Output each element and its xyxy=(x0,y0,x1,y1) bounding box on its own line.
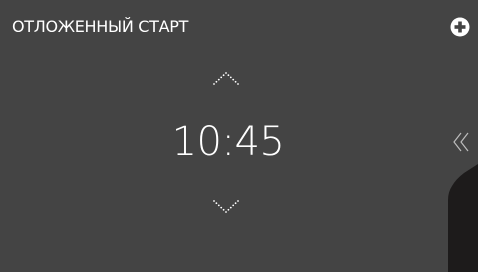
panel-toggle-button[interactable] xyxy=(451,131,473,153)
delay-time-value: 10:45 xyxy=(171,119,285,165)
delayed-start-screen: ОТЛОЖЕННЫЙ СТАРТ 10:45 xyxy=(0,0,478,272)
decrease-time-button[interactable] xyxy=(211,198,241,214)
plus-circle-icon xyxy=(450,17,470,37)
page-title: ОТЛОЖЕННЫЙ СТАРТ xyxy=(12,17,189,36)
double-chevron-left-icon xyxy=(453,132,469,152)
increase-time-button[interactable] xyxy=(211,71,241,87)
add-button[interactable] xyxy=(450,17,470,37)
side-panel-shape xyxy=(448,164,478,272)
chevron-up-icon xyxy=(213,72,239,85)
chevron-down-icon xyxy=(213,200,239,213)
side-panel-edge[interactable] xyxy=(444,164,478,272)
